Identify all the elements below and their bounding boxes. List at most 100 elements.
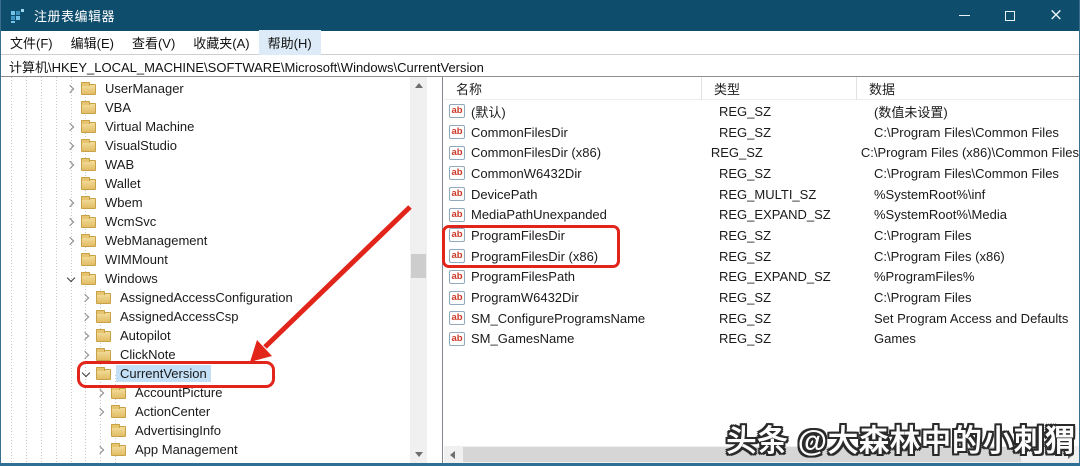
folder-icon bbox=[96, 290, 111, 304]
tree-item-autopilot[interactable]: Autopilot bbox=[1, 326, 408, 345]
value-row[interactable]: ab ProgramFilesDir (x86) REG_SZ C:\Program … bbox=[444, 246, 1079, 267]
value-data: C:\Program Files\Common Files bbox=[874, 124, 1059, 140]
tree-item-actioncenter[interactable]: ActionCenter bbox=[1, 402, 408, 421]
registry-values-pane: 名称 类型 数据 ab (默认) REG_SZ (数值未设置) ab CommonFile… bbox=[444, 77, 1079, 463]
chevron-right-icon bbox=[80, 350, 90, 359]
column-header-type[interactable]: 类型 bbox=[702, 77, 857, 100]
tree-vertical-scrollbar[interactable] bbox=[410, 77, 427, 463]
value-type: REG_SZ bbox=[719, 248, 772, 264]
no-expander bbox=[64, 101, 78, 115]
value-row[interactable]: ab CommonW6432Dir REG_SZ C:\Program Files\C… bbox=[444, 163, 1079, 184]
tree-item-currentversion[interactable]: CurrentVersion bbox=[1, 364, 408, 383]
value-type: REG_EXPAND_SZ bbox=[719, 207, 831, 223]
expand-icon[interactable] bbox=[94, 386, 108, 400]
value-row[interactable]: ab ProgramFilesPath REG_EXPAND_SZ %ProgramF… bbox=[444, 267, 1079, 288]
value-row[interactable]: ab SM_ConfigureProgramsName REG_SZ Set Prog… bbox=[444, 308, 1079, 329]
collapse-icon[interactable] bbox=[79, 367, 93, 381]
value-row[interactable]: ab CommonFilesDir (x86) REG_SZ C:\Program F… bbox=[444, 142, 1079, 163]
tree-item-visualstudio[interactable]: VisualStudio bbox=[1, 136, 408, 155]
tree-item-assignedaccessconfiguration[interactable]: AssignedAccessConfiguration bbox=[1, 288, 408, 307]
value-type: REG_MULTI_SZ bbox=[719, 186, 817, 202]
expand-icon[interactable] bbox=[64, 82, 78, 96]
tree-item-webmanagement[interactable]: WebManagement bbox=[1, 231, 408, 250]
value-row[interactable]: ab CommonFilesDir REG_SZ C:\Program Files\C… bbox=[444, 122, 1079, 143]
value-type: REG_SZ bbox=[719, 103, 772, 119]
tree-item-accountpicture[interactable]: AccountPicture bbox=[1, 383, 408, 402]
string-value-icon: ab bbox=[449, 145, 465, 160]
tree-item-assignedaccesscsp[interactable]: AssignedAccessCsp bbox=[1, 307, 408, 326]
address-bar[interactable]: 计算机\HKEY_LOCAL_MACHINE\SOFTWARE\Microsof… bbox=[1, 56, 1079, 77]
tree-item-wcmsvc[interactable]: WcmSvc bbox=[1, 212, 408, 231]
expand-icon[interactable] bbox=[79, 310, 93, 324]
chevron-right-icon bbox=[95, 388, 105, 397]
tree-scrollbar-thumb[interactable] bbox=[411, 254, 426, 278]
menu-item[interactable]: 文件(F) bbox=[1, 30, 62, 55]
minimize-button[interactable] bbox=[941, 0, 987, 31]
close-button[interactable]: × bbox=[1033, 0, 1079, 31]
chevron-down-icon bbox=[66, 273, 76, 282]
value-name: DevicePath bbox=[471, 186, 538, 202]
window-title: 注册表编辑器 bbox=[34, 9, 116, 24]
tree-item-windows[interactable]: Windows bbox=[1, 269, 408, 288]
tree-item-wallet[interactable]: Wallet bbox=[1, 174, 408, 193]
registry-app-icon bbox=[11, 8, 24, 23]
menu-item[interactable]: 收藏夹(A) bbox=[184, 30, 258, 55]
expand-icon[interactable] bbox=[79, 348, 93, 362]
value-row[interactable]: ab MediaPathUnexpanded REG_EXPAND_SZ %Syste… bbox=[444, 204, 1079, 225]
watermark-text: 头条 @大森林中的小刺猬 bbox=[726, 425, 1076, 458]
expand-icon[interactable] bbox=[79, 329, 93, 343]
expand-icon[interactable] bbox=[79, 291, 93, 305]
expand-icon[interactable] bbox=[64, 196, 78, 210]
tree-item-app-management[interactable]: App Management bbox=[1, 440, 408, 459]
scroll-down-button[interactable] bbox=[410, 446, 427, 463]
menu-item[interactable]: 查看(V) bbox=[123, 30, 184, 55]
tree-item-vba[interactable]: VBA bbox=[1, 98, 408, 117]
chevron-right-icon bbox=[65, 122, 75, 131]
tree-item-label: WAB bbox=[105, 157, 135, 172]
value-row[interactable]: ab ProgramW6432Dir REG_SZ C:\Program Files bbox=[444, 287, 1079, 308]
collapse-icon[interactable] bbox=[64, 272, 78, 286]
tree-item-wab[interactable]: WAB bbox=[1, 155, 408, 174]
tree-item-advertisinginfo[interactable]: AdvertisingInfo bbox=[1, 421, 408, 440]
tree-item-wbem[interactable]: Wbem bbox=[1, 193, 408, 212]
tree-item-label: Wbem bbox=[105, 195, 143, 210]
expand-icon[interactable] bbox=[94, 405, 108, 419]
column-header-name[interactable]: 名称 bbox=[444, 77, 702, 100]
folder-icon bbox=[81, 119, 96, 133]
tree-item-label: Virtual Machine bbox=[105, 119, 195, 134]
chevron-right-icon bbox=[95, 445, 105, 454]
tree-item-label: App Management bbox=[135, 442, 238, 457]
tree-item-label: ClickNote bbox=[120, 347, 176, 362]
tree-item-label: AccountPicture bbox=[135, 385, 223, 400]
tree-item-usermanager[interactable]: UserManager bbox=[1, 79, 408, 98]
expand-icon[interactable] bbox=[64, 158, 78, 172]
expand-icon[interactable] bbox=[64, 139, 78, 153]
expand-icon[interactable] bbox=[64, 215, 78, 229]
expand-icon[interactable] bbox=[64, 234, 78, 248]
list-header: 名称 类型 数据 bbox=[444, 77, 1079, 100]
string-value-icon: ab bbox=[449, 269, 465, 284]
tree-item-clicknote[interactable]: ClickNote bbox=[1, 345, 408, 364]
scroll-up-button[interactable] bbox=[410, 77, 427, 94]
value-type: REG_SZ bbox=[719, 124, 772, 140]
value-type: REG_SZ bbox=[710, 145, 763, 161]
column-header-data[interactable]: 数据 bbox=[857, 77, 1079, 100]
value-data: Set Program Access and Defaults bbox=[874, 310, 1069, 326]
value-row[interactable]: ab DevicePath REG_MULTI_SZ %SystemRoot%\inf bbox=[444, 184, 1079, 205]
tree-item-label: Windows bbox=[105, 271, 158, 286]
maximize-button[interactable] bbox=[987, 0, 1033, 31]
menu-item[interactable]: 帮助(H) bbox=[258, 30, 321, 55]
value-row[interactable]: ab ProgramFilesDir REG_SZ C:\Program Files bbox=[444, 225, 1079, 246]
value-name: SM_ConfigureProgramsName bbox=[471, 310, 646, 326]
folder-icon bbox=[81, 176, 96, 190]
tree-item-virtual-machine[interactable]: Virtual Machine bbox=[1, 117, 408, 136]
value-row[interactable]: ab SM_GamesName REG_SZ Games bbox=[444, 329, 1079, 350]
tree-item-label: ActionCenter bbox=[135, 404, 211, 419]
value-row[interactable]: ab (默认) REG_SZ (数值未设置) bbox=[444, 101, 1079, 122]
expand-icon[interactable] bbox=[64, 120, 78, 134]
expand-icon[interactable] bbox=[94, 443, 108, 457]
scroll-left-button[interactable] bbox=[444, 446, 461, 463]
folder-icon bbox=[96, 347, 111, 361]
tree-item-wimmount[interactable]: WIMMount bbox=[1, 250, 408, 269]
menu-item[interactable]: 编辑(E) bbox=[62, 30, 123, 55]
